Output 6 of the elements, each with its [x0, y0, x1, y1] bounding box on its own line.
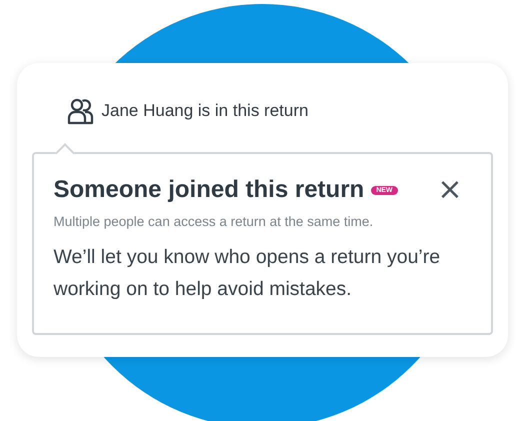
popover-title: Someone joined this return — [54, 176, 364, 204]
popover-body: We’ll let you know who opens a return you’re working on to help avoid mistakes. — [54, 245, 442, 302]
popover-subtitle: Multiple people can access a return at the same time. — [54, 214, 374, 229]
people-icon — [66, 98, 94, 124]
presence-text: Jane Huang is in this return — [102, 101, 308, 121]
close-button[interactable]: × — [437, 177, 462, 203]
